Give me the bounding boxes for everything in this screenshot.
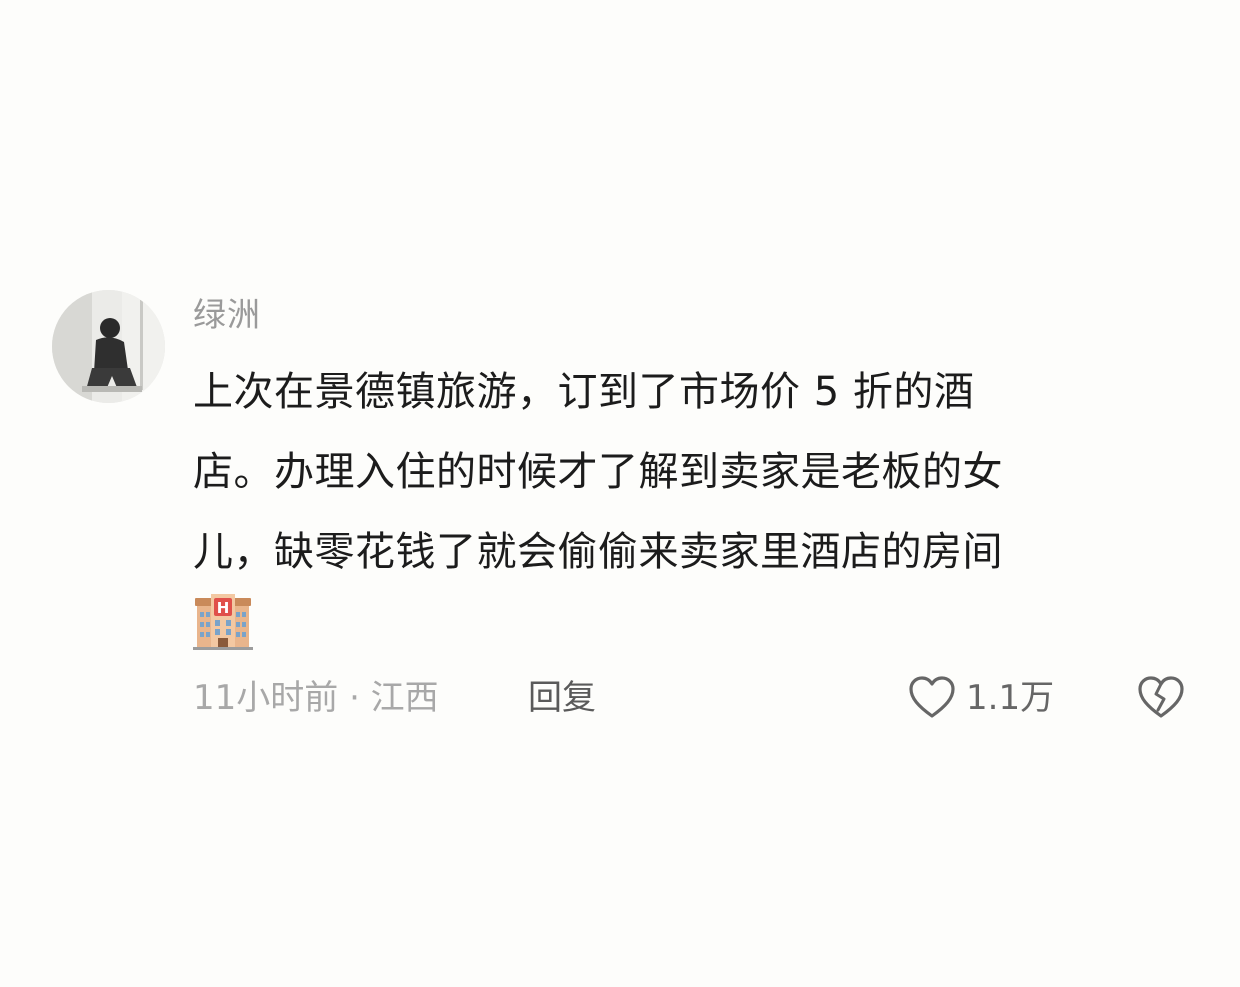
broken-heart-icon[interactable] <box>1134 672 1188 724</box>
like-button[interactable]: 1.1万 <box>906 672 1054 724</box>
username[interactable]: 绿洲 <box>193 292 261 338</box>
reply-button[interactable]: 回复 <box>528 673 596 723</box>
comment-body-line: 儿，缺零花钱了就会偷偷来卖家里酒店的房间 <box>193 529 1003 575</box>
like-count: 1.1万 <box>966 678 1055 718</box>
avatar-photo <box>52 290 165 403</box>
comment-card: 绿洲 上次在景德镇旅游，订到了市场价 5 折的酒 店。办理入住的时候才了解到卖家… <box>0 0 1240 987</box>
svg-text:H: H <box>217 599 230 617</box>
comment-meta: 11小时前 · 江西 <box>193 678 439 718</box>
page: 绿洲 上次在景德镇旅游，订到了市场价 5 折的酒 店。办理入住的时候才了解到卖家… <box>0 0 1240 987</box>
comment-body: 上次在景德镇旅游，订到了市场价 5 折的酒 店。办理入住的时候才了解到卖家是老板… <box>193 352 1183 592</box>
heart-outline-icon[interactable] <box>906 672 958 724</box>
comment-body-line: 上次在景德镇旅游，订到了市场价 5 折的酒 <box>193 369 975 415</box>
comment-body-line: 店。办理入住的时候才了解到卖家是老板的女 <box>193 449 1003 495</box>
hotel-icon: H <box>193 592 253 652</box>
avatar[interactable] <box>52 290 165 403</box>
